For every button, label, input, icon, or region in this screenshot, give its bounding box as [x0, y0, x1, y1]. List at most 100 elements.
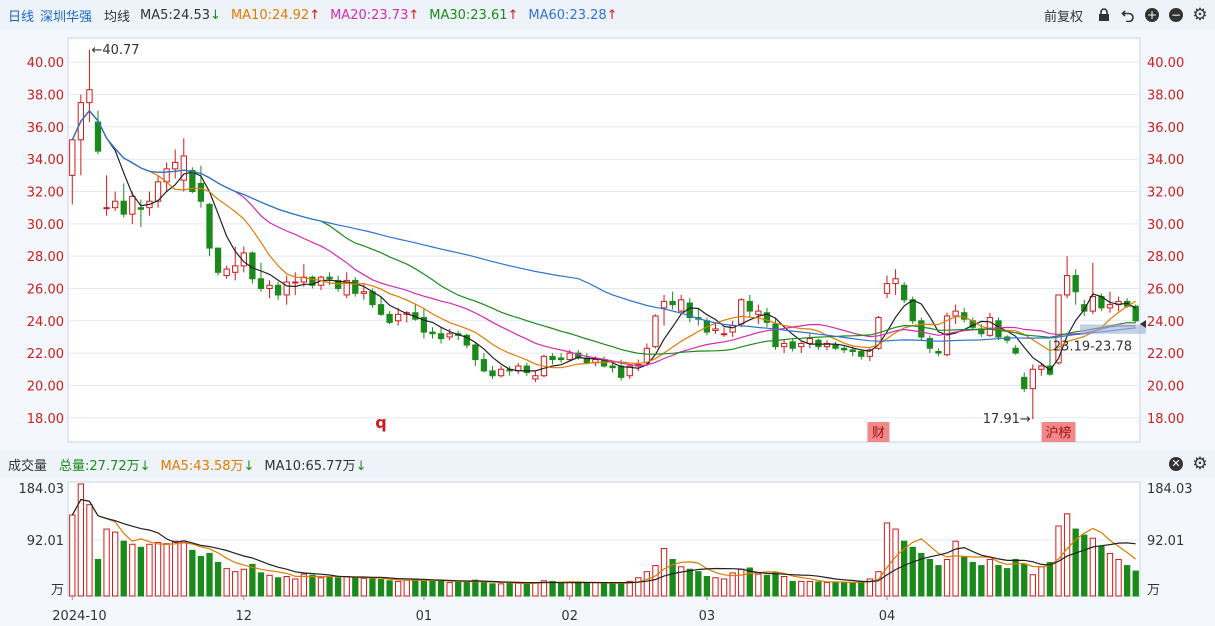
volume-bar — [69, 514, 76, 597]
zoom-out-icon[interactable]: − — [1167, 6, 1185, 24]
volume-bar — [197, 555, 205, 597]
price-tick-right-11: 18.00 — [1147, 412, 1184, 427]
volume-bar — [369, 578, 376, 597]
volume-bar — [266, 574, 273, 597]
volume-bar — [523, 583, 530, 597]
volume-tick-right-0: 184.03 — [1147, 482, 1193, 497]
undo-icon[interactable] — [1119, 6, 1137, 24]
range-label: 23.19-23.78 — [1053, 340, 1132, 355]
candle-body — [566, 352, 573, 361]
volume-bar — [712, 577, 719, 597]
lock-icon[interactable] — [1095, 6, 1113, 24]
volume-bar — [583, 582, 591, 597]
volume-bar — [1123, 565, 1131, 597]
volume-bar — [94, 558, 102, 597]
period-selector[interactable]: 日线 — [8, 6, 34, 25]
volume-bar — [360, 577, 368, 597]
candle-body — [274, 284, 282, 296]
volume-bar — [815, 581, 822, 597]
candle-body — [712, 328, 719, 331]
volume-bar — [1115, 558, 1122, 597]
volume-bar — [909, 546, 916, 597]
price-tick-left-1: 38.00 — [27, 89, 64, 104]
volume-bar — [223, 568, 230, 597]
volume-bar — [875, 571, 882, 597]
ma-arrow-0: ↓ — [210, 7, 221, 23]
x-tick-2: 01 — [416, 609, 433, 624]
volume-bar — [575, 582, 582, 597]
volume-bar — [274, 577, 282, 597]
close-icon[interactable]: ✕ — [1167, 455, 1185, 473]
candle-body — [103, 207, 110, 210]
candle-body — [935, 351, 942, 354]
price-tick-left-7: 26.00 — [27, 282, 64, 297]
volume-bar — [532, 582, 539, 597]
candle-body — [609, 365, 616, 369]
candle-body — [789, 341, 796, 349]
candle-body — [772, 323, 779, 348]
ma-value-3: MA30:23.61↑ — [429, 7, 519, 23]
ma-arrow-3: ↑ — [507, 7, 519, 23]
candle-body — [806, 338, 813, 344]
price-tick-right-5: 30.00 — [1147, 218, 1184, 233]
volume-bar — [961, 555, 968, 597]
volume-bar — [334, 577, 342, 597]
volume-bar — [763, 574, 771, 597]
settings-icon[interactable]: ⚙ — [1191, 5, 1209, 25]
marker-q: q — [375, 413, 386, 432]
candle-body — [918, 320, 925, 338]
volume-bar — [720, 578, 728, 597]
volume-bar — [772, 572, 779, 597]
volume-tick-right-2: 万 — [1147, 583, 1160, 598]
price-tick-left-6: 28.00 — [27, 250, 64, 265]
volume-bar — [1038, 566, 1045, 597]
volume-bar — [738, 568, 745, 597]
ma-value-list: MA5:24.53↓ MA10:24.92↑ MA20:23.73↑ MA30:23.… — [140, 8, 618, 23]
candle-body — [617, 365, 625, 378]
price-tick-right-9: 22.00 — [1147, 347, 1184, 362]
volume-bar — [746, 567, 753, 597]
price-tick-right-10: 20.00 — [1147, 379, 1184, 394]
volume-bar — [249, 563, 256, 597]
price-chart[interactable]: 40.00 40.00 38.00 38.00 36.00 36.00 34.00 34.00… — [0, 30, 1215, 450]
price-tick-left-11: 18.00 — [27, 412, 64, 427]
volume-bar — [789, 580, 796, 597]
ma-type-label[interactable]: 均线 — [104, 6, 130, 25]
candle-body — [832, 344, 839, 349]
volume-header-bar: 成交量 总量:27.72万↓ MA5:43.58万↓ MA10:65.77万↓ … — [0, 450, 1215, 478]
candle-body — [669, 300, 676, 306]
volume-bar — [600, 583, 608, 597]
candle-body — [120, 200, 127, 215]
ma-arrow-4: ↑ — [606, 7, 618, 23]
volume-tick-left-1: 92.01 — [27, 534, 64, 549]
volume-bar — [1029, 574, 1036, 597]
volume-bar — [403, 579, 410, 597]
volume-bar — [926, 558, 934, 597]
volume-bar — [257, 572, 265, 597]
candle-body — [489, 370, 496, 377]
candle-body — [326, 276, 333, 280]
settings-icon[interactable]: ⚙ — [1191, 454, 1209, 474]
candle-body — [360, 291, 368, 294]
marker-billboard-badge: 沪榜 — [1046, 425, 1072, 441]
volume-bar — [309, 574, 316, 597]
candle-body — [1089, 296, 1096, 312]
volume-bar — [626, 580, 633, 597]
volume-bar — [686, 568, 693, 597]
adjust-mode-selector[interactable]: 前复权 — [1044, 6, 1083, 25]
price-tick-left-9: 22.00 — [27, 347, 64, 362]
zoom-in-icon[interactable]: + — [1143, 6, 1161, 24]
price-tick-left-10: 20.00 — [27, 379, 64, 394]
volume-bar — [678, 566, 685, 597]
candle-body — [497, 368, 505, 377]
volume-bar — [206, 552, 213, 597]
candle-body — [1063, 275, 1071, 296]
volume-bar — [935, 565, 942, 597]
volume-bar — [352, 577, 359, 597]
volume-tick-left-0: 184.03 — [19, 482, 65, 497]
volume-bar — [609, 583, 616, 597]
volume-total: 总量:27.72万↓ — [59, 458, 151, 474]
volume-bar — [180, 541, 187, 597]
volume-toolbar: ✕ ⚙ — [1167, 450, 1209, 478]
volume-chart[interactable]: 184.03 92.01 万 184.03 92.01 万 2024-10 12 01 02 03 0… — [0, 478, 1215, 626]
